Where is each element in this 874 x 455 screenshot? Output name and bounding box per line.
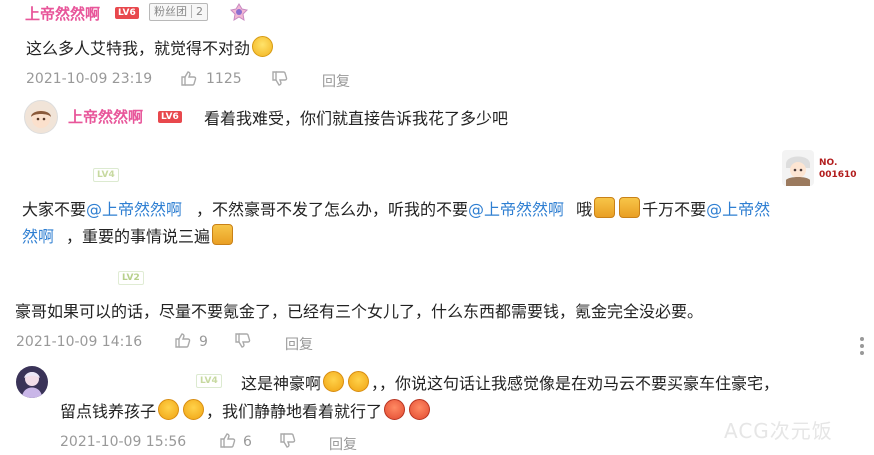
loud-cry-emoji-icon bbox=[409, 399, 431, 420]
comment2-text-a: 大家不要 bbox=[22, 200, 87, 219]
comment2-avatar[interactable] bbox=[782, 150, 814, 186]
comment4-text-b: ，，你说这句话让我感觉像是在劝马云不要买豪车住豪宅， bbox=[371, 374, 780, 393]
comment4-text-c: 留点钱养孩子 bbox=[60, 402, 157, 421]
mention-link[interactable]: @上帝然然啊 bbox=[468, 200, 564, 219]
comment1-reply-button[interactable]: 回复 bbox=[322, 71, 350, 91]
doge-emoji-icon bbox=[619, 197, 641, 218]
comment2-text-d: 千万不要 bbox=[642, 200, 707, 219]
comment1-fan-badge[interactable]: 粉丝团 2 bbox=[149, 3, 208, 21]
thumbs-down-icon[interactable] bbox=[234, 332, 252, 350]
comment4-text-line1: 这是神豪啊 ，，你说这句话让我感觉像是在劝马云不要买豪车住豪宅， bbox=[241, 370, 779, 394]
more-vertical-icon[interactable] bbox=[859, 336, 865, 356]
comment4-reply-button[interactable]: 回复 bbox=[329, 434, 357, 454]
comment3-like-count: 9 bbox=[199, 334, 208, 350]
comment4-text-line2: 留点钱养孩子 ，我们静静地看着就行了 bbox=[60, 398, 432, 422]
comment2-text-c: 哦 bbox=[576, 200, 593, 219]
comment4-level-badge: LV4 bbox=[196, 374, 222, 388]
comment2-id-badge: NO. 001610 bbox=[819, 157, 857, 181]
comment2-text-b: ，不然豪哥不发了怎么办，听我的不要 bbox=[196, 200, 469, 219]
watermark: ACG次元饭 bbox=[724, 419, 833, 443]
thumbs-up-icon[interactable] bbox=[219, 431, 237, 449]
loud-cry-emoji-icon bbox=[384, 399, 406, 420]
reply-username[interactable]: 上帝然然啊 bbox=[68, 106, 143, 127]
fan-badge-label: 粉丝团 bbox=[154, 5, 187, 18]
comment1-like-count: 1125 bbox=[206, 71, 242, 87]
thumbs-down-icon[interactable] bbox=[271, 70, 289, 88]
comment3-level-badge: LV2 bbox=[118, 271, 144, 285]
comment4-timestamp: 2021-10-09 15:56 bbox=[60, 434, 187, 450]
comment2-text-line1: 大家不要@上帝然然啊 ，不然豪哥不发了怎么办，听我的不要@上帝然然啊哦千万不要@上… bbox=[22, 196, 770, 220]
comment1-username[interactable]: 上帝然然啊 bbox=[25, 3, 100, 24]
thumbs-up-icon[interactable] bbox=[180, 69, 198, 87]
reply-avatar[interactable] bbox=[24, 100, 58, 134]
thumbs-up-icon[interactable] bbox=[174, 331, 192, 349]
comment4-like-count: 6 bbox=[243, 434, 252, 450]
thinking-face-emoji-icon bbox=[252, 36, 274, 57]
mention-link[interactable]: @上帝然然啊 bbox=[86, 200, 182, 219]
fan-badge-value: 2 bbox=[191, 5, 203, 18]
comment2-text-line2: 然啊 ，重要的事情说三遍 bbox=[22, 223, 235, 247]
comment3-reply-button[interactable]: 回复 bbox=[285, 334, 313, 354]
id-badge-label: NO. bbox=[819, 158, 838, 168]
laugh-cry-emoji-icon bbox=[348, 371, 370, 392]
comment1-text-body: 这么多人艾特我，就觉得不对劲 bbox=[26, 39, 251, 58]
doge-emoji-icon bbox=[212, 224, 234, 245]
comment4-text-a: 这是神豪啊 bbox=[241, 374, 322, 393]
mention-link[interactable]: @上帝然 bbox=[706, 200, 770, 219]
laugh-cry-emoji-icon bbox=[158, 399, 180, 420]
comment4-text-d: ，我们静静地看着就行了 bbox=[206, 402, 383, 421]
comment4-avatar[interactable] bbox=[16, 366, 48, 398]
comment1-timestamp: 2021-10-09 23:19 bbox=[26, 71, 153, 87]
doge-emoji-icon bbox=[594, 197, 616, 218]
laugh-cry-emoji-icon bbox=[323, 371, 345, 392]
comment3-text: 豪哥如果可以的话，尽量不要氪金了，已经有三个女儿了，什么东西都需要钱，氪金完全没… bbox=[15, 302, 704, 321]
laugh-cry-emoji-icon bbox=[183, 399, 205, 420]
fan-club-emblem-icon bbox=[229, 2, 249, 22]
id-badge-number: 001610 bbox=[819, 170, 857, 180]
thumbs-down-icon[interactable] bbox=[279, 432, 297, 450]
reply-text: 看着我难受，你们就直接告诉我花了多少吧 bbox=[204, 109, 509, 128]
comment1-level-badge: LV6 bbox=[115, 7, 139, 19]
mention-link-continued[interactable]: 然啊 bbox=[22, 227, 54, 246]
comment1-text: 这么多人艾特我，就觉得不对劲 bbox=[26, 35, 275, 59]
comment2-level-badge: LV4 bbox=[93, 168, 119, 182]
comment3-timestamp: 2021-10-09 14:16 bbox=[16, 334, 143, 350]
comment2-text-e: ，重要的事情说三遍 bbox=[66, 227, 211, 246]
reply-level-badge: LV6 bbox=[158, 111, 182, 123]
